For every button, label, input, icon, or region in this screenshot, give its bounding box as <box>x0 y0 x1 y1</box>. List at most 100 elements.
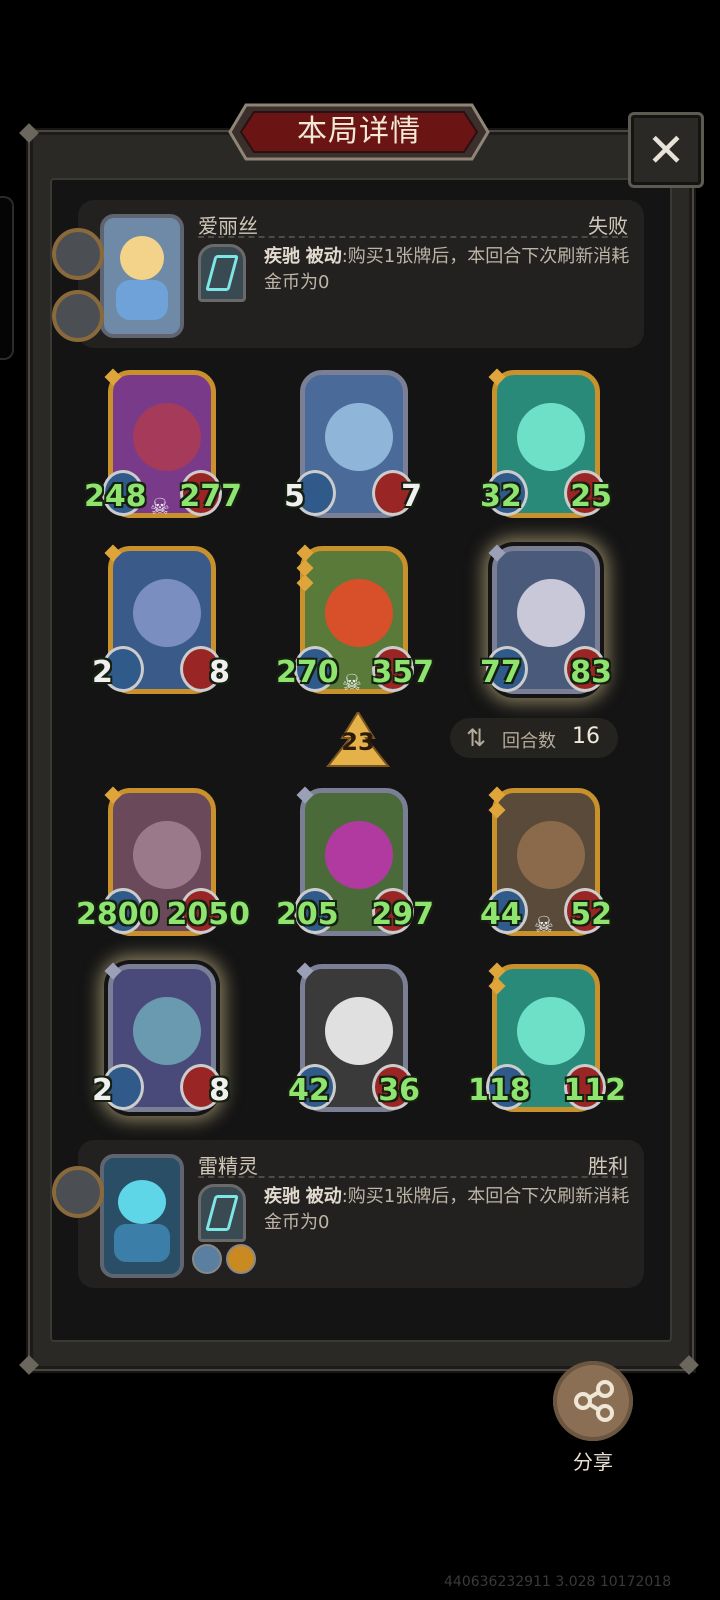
minion-portrait <box>325 997 393 1065</box>
skull-icon: ☠ <box>342 671 362 696</box>
star-rank-icon <box>104 786 122 804</box>
health-value: 25 <box>570 479 612 514</box>
attack-value: 44 <box>480 897 522 932</box>
star-rank-icon <box>296 962 314 980</box>
watermark: 440636232911 3.028 10172018 <box>444 1574 672 1590</box>
star-rank-icon <box>488 544 506 562</box>
share-icon <box>574 1380 614 1422</box>
minion-portrait <box>517 821 585 889</box>
edge-tab <box>0 196 14 360</box>
close-button[interactable]: ✕ <box>628 112 704 188</box>
attack-value: 118 <box>468 1073 531 1108</box>
divider <box>198 236 628 238</box>
minion-card[interactable]: 42 36 <box>288 960 420 1116</box>
minion-portrait <box>517 579 585 647</box>
minion-portrait <box>517 997 585 1065</box>
skill-name: 疾驰 <box>264 246 300 267</box>
buff-badge-icon[interactable] <box>192 1244 222 1274</box>
divider <box>198 1176 628 1178</box>
skill-description: 疾驰 被动:购买1张牌后，本回合下次刷新消耗金币为0 <box>264 1184 634 1236</box>
minion-card[interactable]: 270 357 ☠ <box>276 542 434 698</box>
attack-value: 2 <box>92 1073 113 1108</box>
health-value: 112 <box>563 1073 626 1108</box>
player-result: 胜利 <box>588 1154 628 1178</box>
star-rank-icon <box>104 962 122 980</box>
title-plate: 本局详情 <box>228 103 490 161</box>
hero-skill-icon[interactable] <box>198 1184 246 1242</box>
health-value: 36 <box>378 1073 420 1108</box>
star-rank-icon <box>104 544 122 562</box>
player-name: 雷精灵 <box>198 1154 258 1178</box>
skull-icon: ☠ <box>534 913 554 938</box>
health-value: 8 <box>209 1073 230 1108</box>
health-value: 277 <box>179 479 242 514</box>
skull-icon: ☠ <box>150 495 170 520</box>
minion-card[interactable]: 248 277 ☠ <box>84 366 242 522</box>
round-value: 16 <box>572 724 600 749</box>
minion-card[interactable]: 77 83 <box>480 542 612 698</box>
minion-card[interactable]: 44 52 ☠ <box>480 784 612 940</box>
player-name: 爱丽丝 <box>198 214 258 238</box>
pocket-watch-icon <box>52 290 104 342</box>
attack-value: 32 <box>480 479 522 514</box>
attack-value: 5 <box>284 479 305 514</box>
skill-description: 疾驰 被动:购买1张牌后，本回合下次刷新消耗金币为0 <box>264 244 634 296</box>
tavern-level-badge: 23 <box>325 710 391 768</box>
minion-portrait <box>133 997 201 1065</box>
minion-portrait <box>133 821 201 889</box>
star-rank-icon <box>296 544 314 592</box>
star-rank-icon <box>296 786 314 804</box>
skill-name: 疾驰 <box>264 1186 300 1207</box>
star-rank-icon <box>488 962 506 995</box>
pocket-watch-icon <box>52 228 104 280</box>
health-value: 357 <box>371 655 434 690</box>
player-result: 失败 <box>588 214 628 238</box>
minion-portrait <box>133 579 201 647</box>
minion-portrait <box>325 579 393 647</box>
attack-value: 270 <box>276 655 339 690</box>
minion-card[interactable]: 32 25 <box>480 366 612 522</box>
minion-card[interactable]: 118 112 <box>468 960 626 1116</box>
minion-card[interactable]: 205 297 <box>276 784 434 940</box>
skill-type: 被动 <box>305 246 342 267</box>
health-value: 8 <box>209 655 230 690</box>
share-button[interactable] <box>553 1361 633 1441</box>
page-title: 本局详情 <box>297 114 421 149</box>
minion-card[interactable]: 28 <box>92 960 230 1116</box>
hero-portrait-alice[interactable] <box>100 214 184 338</box>
minion-card[interactable]: 57 <box>284 366 422 522</box>
attack-value: 205 <box>276 897 339 932</box>
tavern-level: 23 <box>341 728 375 756</box>
hero-body <box>114 1224 170 1262</box>
minion-portrait <box>325 821 393 889</box>
star-rank-icon <box>488 368 506 386</box>
attack-value: 77 <box>480 655 522 690</box>
minion-portrait <box>517 403 585 471</box>
round-label: 回合数 <box>502 731 556 752</box>
hero-body <box>116 280 168 320</box>
attack-value: 2 <box>92 655 113 690</box>
hero-skill-icon[interactable] <box>198 244 246 302</box>
hero-face <box>120 236 164 280</box>
attack-value: 248 <box>84 479 147 514</box>
attack-value: 42 <box>288 1073 330 1108</box>
attack-value: 2800 <box>76 897 160 932</box>
close-icon: ✕ <box>646 123 686 177</box>
refresh-icon: ⇅ <box>466 724 487 752</box>
star-rank-icon <box>488 786 506 819</box>
minion-card[interactable]: 2800 2050 <box>76 784 250 940</box>
minion-portrait <box>133 403 201 471</box>
pocket-watch-icon <box>52 1166 104 1218</box>
health-value: 83 <box>570 655 612 690</box>
health-value: 297 <box>371 897 434 932</box>
round-counter: ⇅ 回合数 16 <box>450 718 618 758</box>
buff-badge-icon[interactable] <box>226 1244 256 1274</box>
minion-card[interactable]: 28 <box>92 542 230 698</box>
hero-face <box>118 1180 166 1224</box>
health-value: 2050 <box>166 897 251 932</box>
share-label: 分享 <box>573 1450 613 1474</box>
skill-type: 被动 <box>305 1186 342 1207</box>
hero-portrait-thunder-spirit[interactable] <box>100 1154 184 1278</box>
health-value: 7 <box>401 479 422 514</box>
health-value: 52 <box>570 897 612 932</box>
